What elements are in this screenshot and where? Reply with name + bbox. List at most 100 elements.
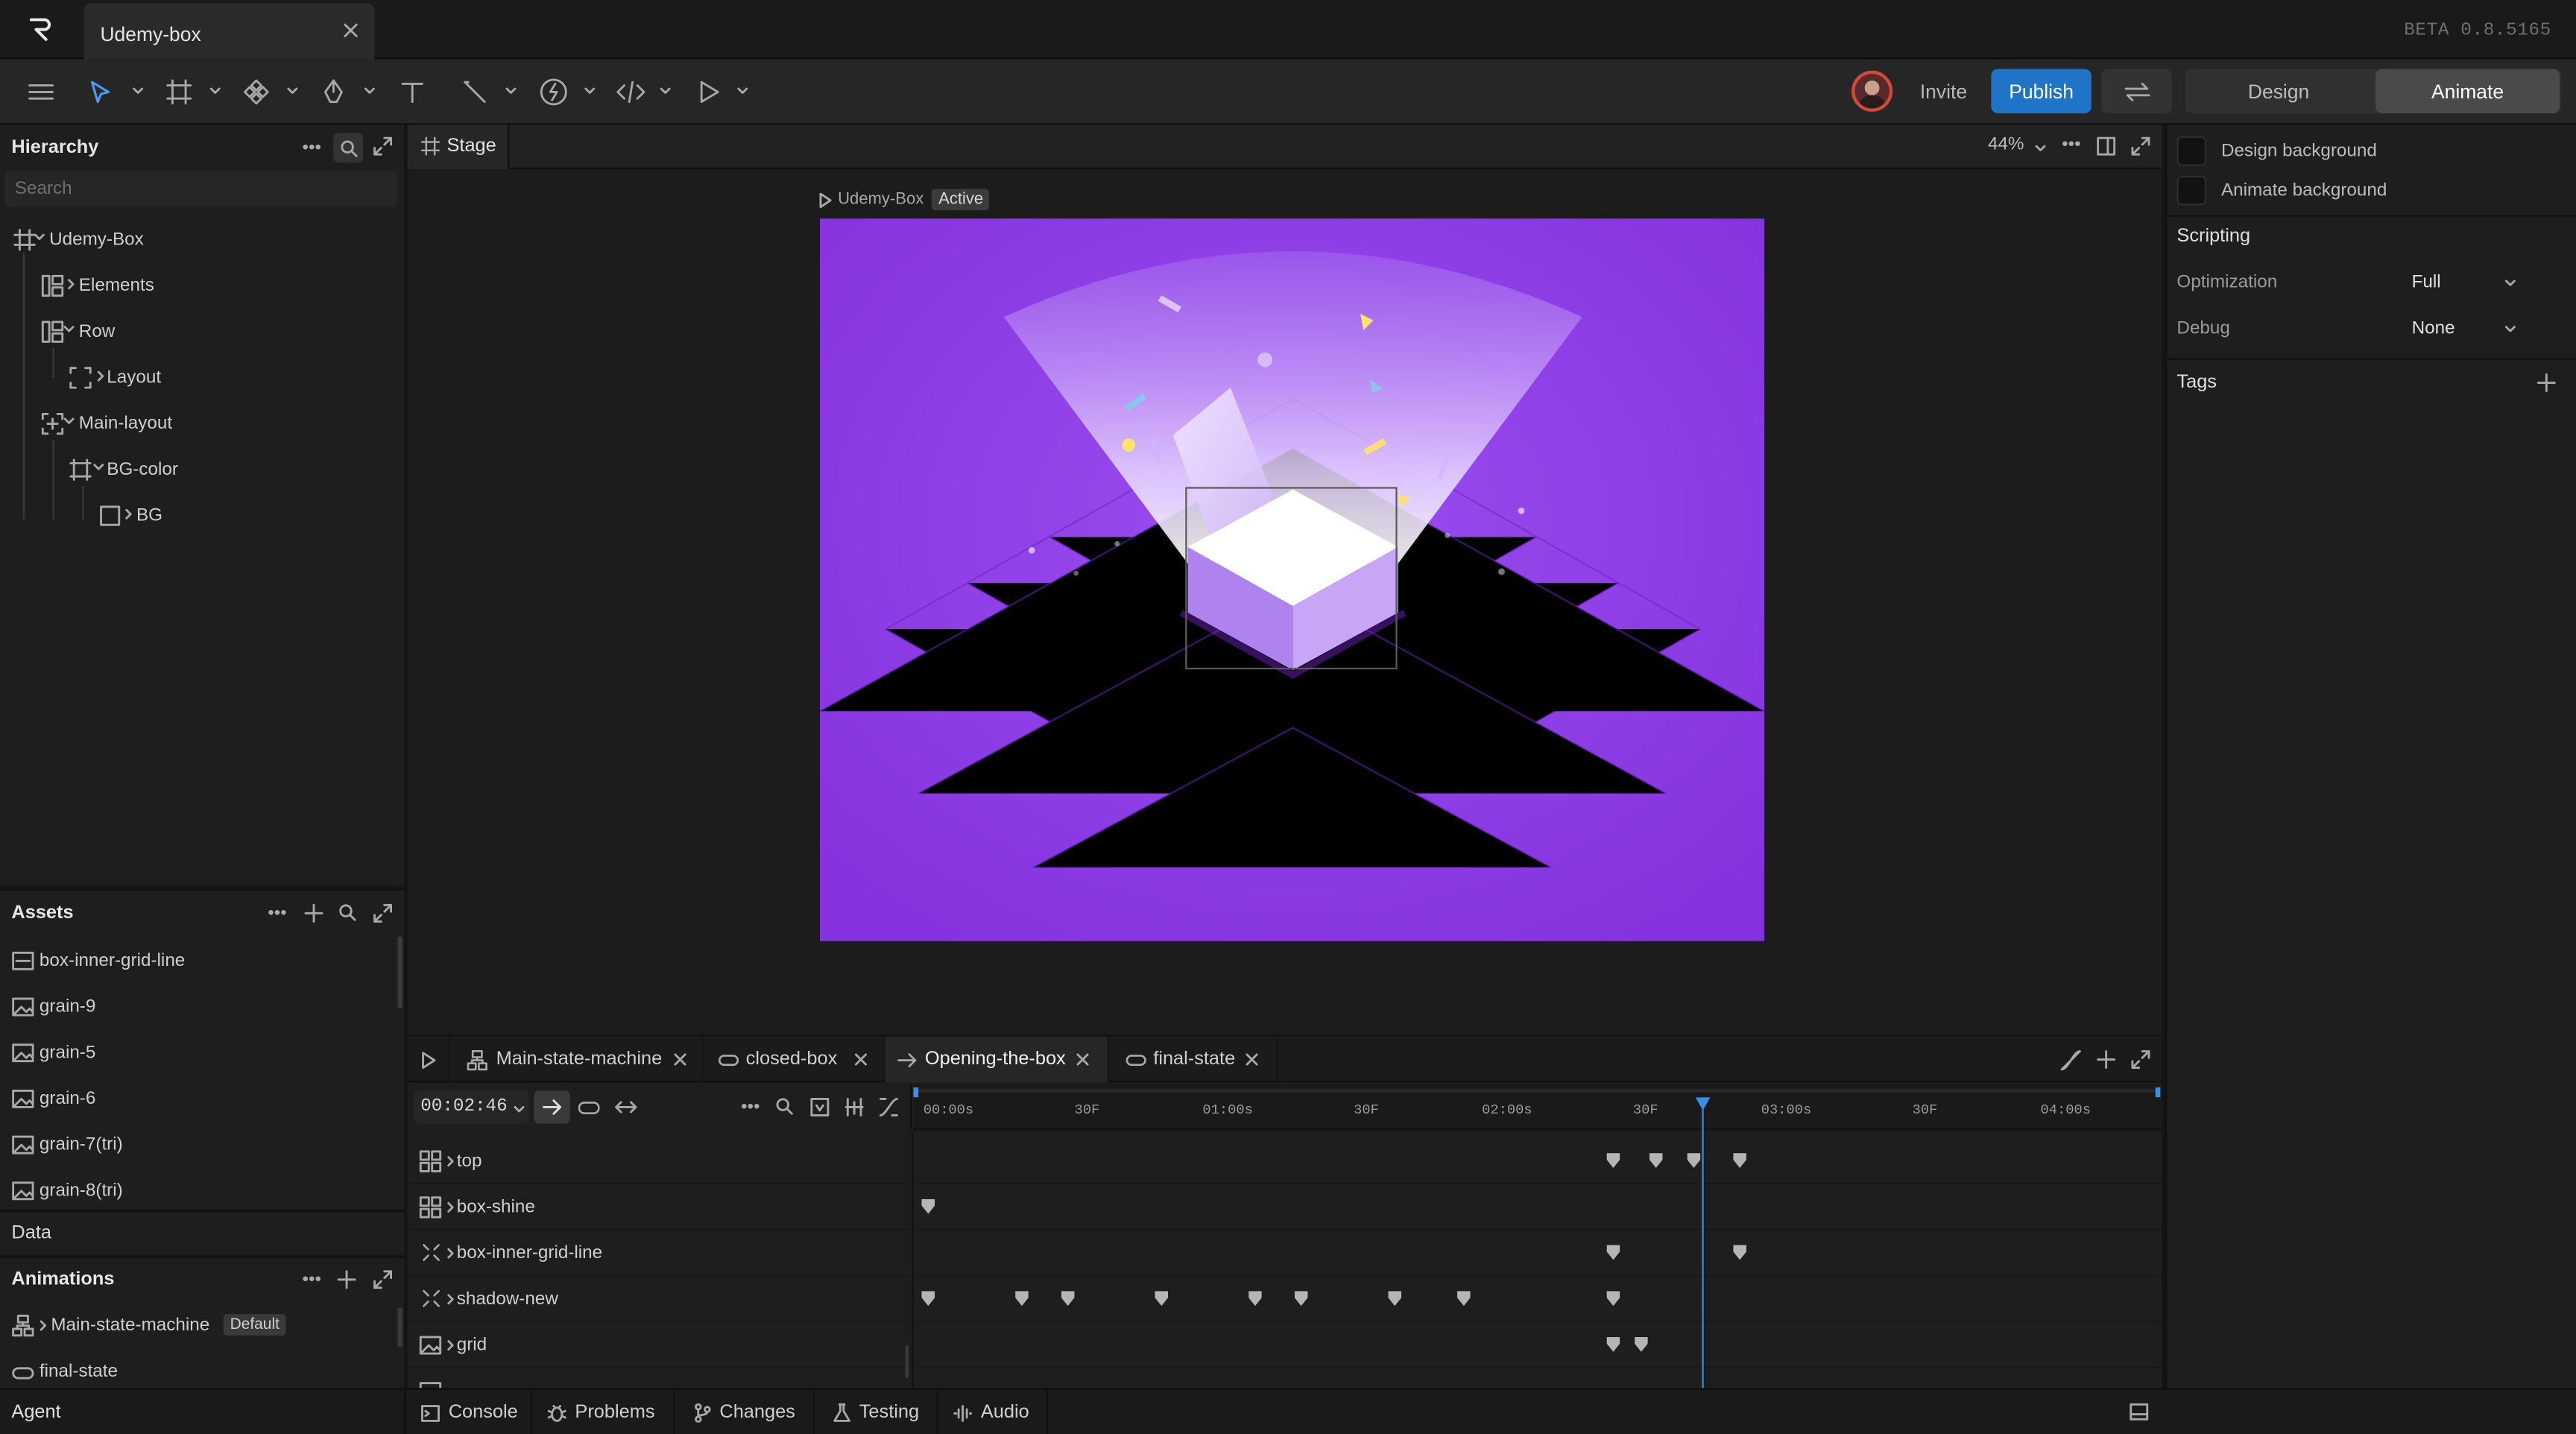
keyframe[interactable] — [1294, 1291, 1308, 1307]
align-icon[interactable] — [845, 1097, 864, 1116]
work-area-bar[interactable] — [913, 1089, 2157, 1093]
keyframe[interactable] — [1635, 1336, 1648, 1352]
expand-icon[interactable] — [2131, 1049, 2150, 1069]
chevron-down-icon[interactable] — [583, 83, 596, 97]
work-area-start-handle[interactable] — [913, 1087, 919, 1098]
chevron-right-icon[interactable] — [443, 1339, 457, 1352]
play-icon[interactable] — [690, 74, 726, 110]
chevron-right-icon[interactable] — [36, 1319, 49, 1333]
search-icon[interactable] — [775, 1097, 793, 1115]
code-icon[interactable] — [613, 74, 648, 110]
problems-tab[interactable]: Problems — [534, 1389, 675, 1434]
keyframe-filter-icon[interactable] — [810, 1097, 830, 1116]
panel-toggle-icon[interactable] — [2130, 1403, 2149, 1421]
more-icon[interactable]: ••• — [2062, 135, 2080, 154]
more-icon[interactable]: ••• — [303, 138, 321, 157]
more-icon[interactable]: ••• — [741, 1097, 760, 1116]
add-tag-icon[interactable] — [2536, 373, 2556, 392]
add-icon[interactable] — [337, 1270, 356, 1289]
design-mode-tab[interactable]: Design — [2187, 69, 2371, 114]
stage[interactable]: Stage 44% ••• Udemy-Box Active — [407, 124, 2162, 1035]
chevron-right-icon[interactable] — [121, 508, 135, 521]
chevron-down-icon[interactable] — [363, 83, 376, 97]
chevron-down-icon[interactable] — [659, 83, 672, 97]
chevron-down-icon[interactable] — [736, 83, 749, 97]
asset-item[interactable]: box-inner-grid-line — [0, 946, 404, 979]
chevron-down-icon[interactable] — [513, 1102, 526, 1116]
chevron-down-icon[interactable] — [286, 83, 300, 97]
keyframe[interactable] — [1155, 1291, 1169, 1307]
chevron-right-icon[interactable] — [64, 277, 78, 291]
expand-icon[interactable] — [373, 1270, 393, 1289]
document-tab[interactable]: Udemy-box — [83, 3, 375, 60]
close-icon[interactable] — [1074, 1051, 1090, 1067]
asset-item[interactable]: grain-8(tri) — [0, 1176, 404, 1209]
design-background-swatch[interactable] — [2176, 136, 2207, 166]
console-tab[interactable]: Console — [408, 1389, 533, 1434]
timeline-ruler[interactable]: 00:00s 30F 01:00s 30F 02:00s 30F 03:00s … — [913, 1084, 2162, 1131]
hierarchy-search-input[interactable]: Search — [4, 171, 398, 207]
changes-tab[interactable]: Changes — [677, 1389, 815, 1434]
add-icon[interactable] — [304, 903, 323, 923]
keyframe[interactable] — [1606, 1153, 1620, 1168]
keyframe[interactable] — [1733, 1245, 1746, 1260]
chevron-down-icon[interactable] — [63, 414, 76, 427]
chevron-right-icon[interactable] — [443, 1247, 457, 1260]
hierarchy-item-row[interactable]: Row — [0, 315, 404, 348]
publish-button[interactable]: Publish — [1991, 69, 2092, 114]
chevron-down-icon[interactable] — [63, 322, 76, 335]
time-field[interactable]: 00:02:46 — [414, 1090, 529, 1124]
optimization-select[interactable]: Full — [2407, 266, 2522, 299]
timeline-tab[interactable]: closed-box — [705, 1036, 884, 1083]
hierarchy-item-layout[interactable]: Layout — [0, 361, 404, 394]
track-row[interactable]: grid — [407, 1322, 2162, 1368]
close-icon[interactable] — [853, 1051, 869, 1067]
split-view-icon[interactable] — [2096, 136, 2116, 156]
playhead-handle[interactable] — [1695, 1097, 1711, 1111]
asset-item[interactable]: grain-7(tri) — [0, 1130, 404, 1163]
scrollbar[interactable] — [397, 936, 403, 1009]
asset-item[interactable]: grain-6 — [0, 1084, 404, 1117]
frame-tool-icon[interactable] — [161, 74, 197, 110]
chevron-down-icon[interactable] — [209, 83, 222, 97]
track-row[interactable]: box-inner-grid-line — [407, 1231, 2162, 1277]
keyframe[interactable] — [921, 1291, 935, 1307]
chevron-down-icon[interactable] — [33, 230, 46, 244]
more-icon[interactable]: ••• — [303, 1270, 321, 1289]
expand-icon[interactable] — [2131, 136, 2150, 156]
track-row[interactable]: box-shine — [407, 1184, 2162, 1231]
work-area-end-handle[interactable] — [2155, 1087, 2161, 1098]
event-tool-icon[interactable] — [536, 74, 572, 110]
add-icon[interactable] — [2096, 1049, 2116, 1069]
ping-pong-icon[interactable] — [614, 1099, 637, 1115]
search-icon[interactable] — [333, 133, 364, 163]
keyframe[interactable] — [1061, 1291, 1075, 1307]
text-tool-icon[interactable] — [394, 74, 430, 110]
keyframe[interactable] — [1733, 1153, 1746, 1168]
keyframe[interactable] — [1606, 1245, 1620, 1260]
scrollbar[interactable] — [397, 1307, 403, 1348]
expand-icon[interactable] — [373, 903, 393, 923]
close-icon[interactable] — [672, 1051, 688, 1067]
track-row[interactable]: shadow-new — [407, 1276, 2162, 1323]
data-section[interactable]: Data — [0, 1210, 405, 1255]
avatar[interactable] — [1852, 70, 1893, 112]
hierarchy-item-udemy-box[interactable]: Udemy-Box — [0, 224, 404, 256]
asset-item[interactable]: grain-9 — [0, 992, 404, 1025]
play-icon[interactable] — [818, 192, 833, 208]
chevron-right-icon[interactable] — [94, 370, 107, 383]
rive-logo-icon[interactable] — [28, 16, 54, 42]
search-icon[interactable] — [338, 903, 356, 921]
audio-tab[interactable]: Audio — [940, 1389, 1049, 1434]
chevron-right-icon[interactable] — [443, 1201, 457, 1214]
timeline-tab[interactable]: final-state — [1111, 1036, 1278, 1083]
menu-icon[interactable] — [23, 74, 59, 110]
keyframe[interactable] — [1606, 1336, 1620, 1352]
loop-icon[interactable] — [578, 1099, 600, 1116]
testing-tab[interactable]: Testing — [816, 1389, 938, 1434]
zoom-control[interactable]: 44% — [1988, 135, 2024, 154]
chevron-right-icon[interactable] — [443, 1292, 457, 1306]
keyframe[interactable] — [1606, 1291, 1620, 1307]
invite-button[interactable]: Invite — [1904, 69, 1983, 114]
one-shot-button[interactable] — [534, 1090, 570, 1124]
